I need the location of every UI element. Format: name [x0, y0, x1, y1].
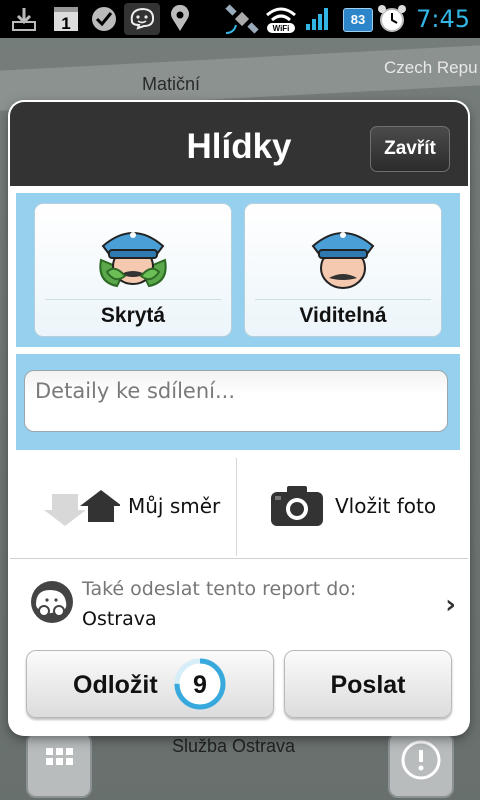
send-button[interactable]: Poslat [284, 650, 452, 718]
direction-label: Můj směr [128, 494, 221, 518]
waze-icon [124, 3, 160, 35]
close-button[interactable]: Zavřít [370, 126, 450, 172]
countdown-timer: 9 [174, 658, 226, 710]
card-divider [255, 299, 431, 300]
actions-row: Můj směr Vložit foto [10, 458, 468, 559]
calendar-day: 1 [61, 14, 70, 33]
map-report-button[interactable] [388, 732, 454, 798]
type-hidden-button[interactable]: Skrytá [34, 203, 232, 337]
countdown-value: 9 [193, 671, 207, 699]
signal-icon [302, 0, 334, 38]
grid-icon [46, 748, 73, 765]
app-icon [88, 0, 120, 38]
share-group-row[interactable]: Také odeslat tento report do: Ostrava › [10, 560, 468, 640]
add-photo-button[interactable]: Vložit foto [237, 458, 468, 556]
type-hidden-label: Skrytá [100, 304, 166, 327]
wifi-label: WiFi [273, 24, 290, 33]
share-target: Ostrava [82, 608, 157, 630]
details-input[interactable]: Detaily ke sdílení... [24, 370, 448, 432]
map-label-street: Matiční [142, 74, 201, 94]
photo-label: Vložit foto [335, 494, 437, 518]
map-label-place: Služba Ostrava [172, 736, 296, 756]
share-title: Také odeslat tento report do: [82, 578, 357, 600]
map-label-country: Czech Repu [384, 58, 478, 77]
visible-police-icon [311, 232, 375, 289]
camera-icon [271, 486, 323, 526]
group-icon [31, 581, 73, 623]
details-panel: Detaily ke sdílení... [16, 354, 460, 450]
battery-icon: 83 [343, 8, 373, 32]
later-label: Odložit [73, 671, 158, 699]
chevron-right-icon: › [445, 590, 456, 620]
clock-time: 7:45 [416, 5, 470, 33]
alarm-icon [374, 0, 410, 38]
status-bar: 1 WiFi 83 7:45 [0, 0, 480, 38]
type-visible-label: Viditelná [299, 304, 387, 327]
type-visible-button[interactable]: Viditelná [244, 203, 442, 337]
report-icon [401, 740, 441, 780]
police-report-dialog: Hlídky Zavřít Skrytá Viditelná Detaily k… [10, 102, 468, 734]
wifi-icon: WiFi [262, 0, 300, 38]
location-icon [166, 0, 194, 38]
download-icon [6, 0, 42, 38]
map-menu-button[interactable] [26, 732, 92, 798]
later-button[interactable]: Odložit 9 [26, 650, 274, 718]
dialog-header: Hlídky Zavřít [10, 102, 468, 186]
send-label: Poslat [330, 671, 406, 699]
map-road [0, 45, 480, 111]
hidden-police-icon [99, 232, 167, 288]
card-divider [45, 299, 221, 300]
calendar-icon: 1 [48, 0, 84, 38]
satellite-icon [222, 0, 262, 38]
direction-arrows-icon [44, 490, 120, 526]
direction-button[interactable]: Můj směr [10, 458, 236, 556]
report-type-panel: Skrytá Viditelná [16, 193, 460, 347]
